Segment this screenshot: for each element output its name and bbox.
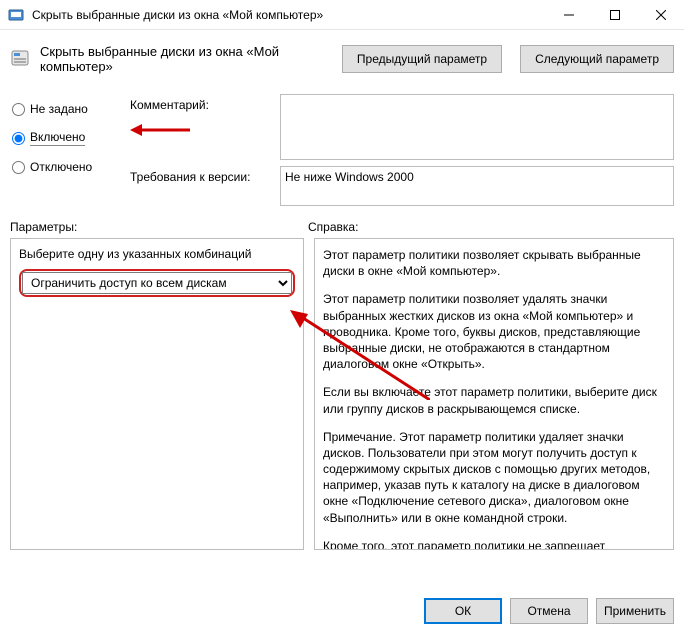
comment-row: Комментарий: bbox=[130, 94, 674, 160]
titlebar: Скрыть выбранные диски из окна «Мой комп… bbox=[0, 0, 684, 30]
bottom-bar: ОК Отмена Применить bbox=[424, 598, 674, 624]
help-paragraph: Этот параметр политики позволяет удалять… bbox=[323, 291, 665, 372]
comment-label: Комментарий: bbox=[130, 94, 280, 112]
help-paragraph: Примечание. Этот параметр политики удаля… bbox=[323, 429, 665, 526]
state-radio-group: Не задано Включено Отключено bbox=[12, 96, 122, 180]
next-setting-button[interactable]: Следующий параметр bbox=[520, 45, 674, 73]
radio-disabled[interactable]: Отключено bbox=[12, 160, 122, 174]
options-panel: Выберите одну из указанных комбинаций Ог… bbox=[10, 238, 304, 550]
help-panel[interactable]: Этот параметр политики позволяет скрыват… bbox=[314, 238, 674, 550]
combo-highlight: Ограничить доступ ко всем дискам bbox=[19, 269, 295, 297]
requirements-label: Требования к версии: bbox=[130, 166, 280, 184]
requirements-row: Требования к версии: bbox=[130, 166, 674, 206]
cancel-button[interactable]: Отмена bbox=[510, 598, 588, 624]
policy-title: Скрыть выбранные диски из окна «Мой комп… bbox=[40, 44, 332, 74]
apply-button[interactable]: Применить bbox=[596, 598, 674, 624]
radio-enabled-label: Включено bbox=[30, 130, 85, 146]
comment-textarea[interactable] bbox=[280, 94, 674, 160]
config-area: Не задано Включено Отключено Комментарий… bbox=[0, 88, 684, 206]
previous-setting-button[interactable]: Предыдущий параметр bbox=[342, 45, 502, 73]
radio-disabled-input[interactable] bbox=[12, 161, 25, 174]
help-section-label: Справка: bbox=[308, 220, 674, 234]
maximize-button[interactable] bbox=[592, 0, 638, 29]
header-row: Скрыть выбранные диски из окна «Мой комп… bbox=[0, 30, 684, 88]
combo-label: Выберите одну из указанных комбинаций bbox=[19, 247, 295, 261]
section-labels: Параметры: Справка: bbox=[10, 220, 674, 234]
radio-not-configured-input[interactable] bbox=[12, 103, 25, 116]
radio-not-configured-label: Не задано bbox=[30, 102, 88, 116]
close-button[interactable] bbox=[638, 0, 684, 29]
options-section-label: Параметры: bbox=[10, 220, 308, 234]
radio-disabled-label: Отключено bbox=[30, 160, 92, 174]
ok-button[interactable]: ОК bbox=[424, 598, 502, 624]
app-icon bbox=[8, 7, 24, 23]
radio-enabled-input[interactable] bbox=[12, 132, 25, 145]
help-paragraph: Этот параметр политики позволяет скрыват… bbox=[323, 247, 665, 279]
drives-combo[interactable]: Ограничить доступ ко всем дискам bbox=[22, 272, 292, 294]
minimize-button[interactable] bbox=[546, 0, 592, 29]
window-title: Скрыть выбранные диски из окна «Мой комп… bbox=[32, 8, 546, 22]
radio-not-configured[interactable]: Не задано bbox=[12, 102, 122, 116]
requirements-textarea bbox=[280, 166, 674, 206]
help-paragraph: Если вы включаете этот параметр политики… bbox=[323, 384, 665, 416]
panels-row: Выберите одну из указанных комбинаций Ог… bbox=[10, 238, 674, 550]
help-paragraph: Кроме того, этот параметр политики не за… bbox=[323, 538, 665, 550]
window-controls bbox=[546, 0, 684, 29]
radio-enabled[interactable]: Включено bbox=[12, 130, 122, 146]
policy-icon bbox=[10, 49, 30, 69]
